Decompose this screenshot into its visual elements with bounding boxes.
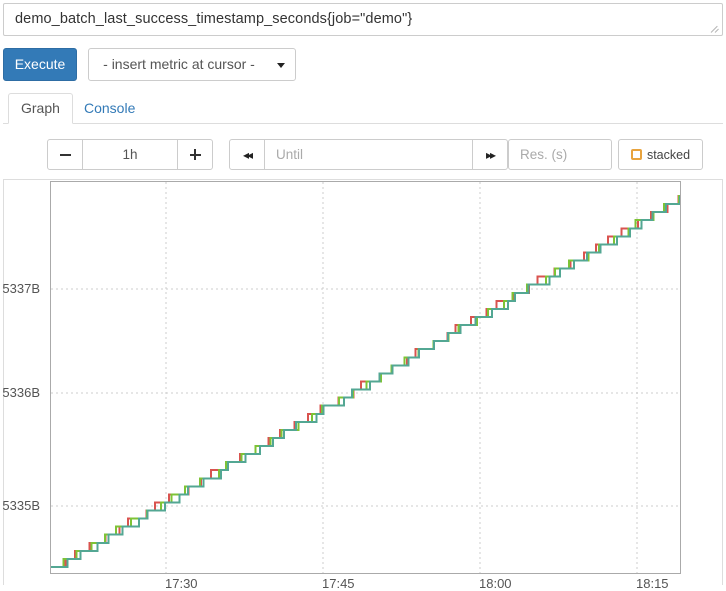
checkbox-unchecked-icon [630, 149, 642, 160]
resolution-input[interactable]: Res. (s) [508, 139, 612, 170]
until-input[interactable]: Until [264, 139, 473, 170]
y-axis-tick-label: 5335B [2, 498, 40, 513]
step-backward-button[interactable]: ◂◂ [229, 139, 265, 170]
textarea-resize-handle[interactable] [710, 23, 721, 34]
graph-plot-area[interactable] [50, 181, 681, 574]
view-tabs: Graph Console [3, 93, 723, 124]
x-axis-tick-label: 18:00 [479, 576, 512, 591]
double-chevron-left-icon: ◂◂ [242, 147, 253, 162]
range-input-value: 1h [122, 147, 138, 162]
y-axis-tick-label: 5337B [2, 281, 40, 296]
range-control-group: 1h [47, 139, 213, 170]
tab-graph[interactable]: Graph [8, 93, 73, 124]
step-forward-button[interactable]: ▸▸ [472, 139, 508, 170]
expression-text: demo_batch_last_success_timestamp_second… [15, 11, 413, 27]
stacked-checkbox[interactable]: stacked [618, 139, 703, 170]
x-axis-tick-label: 17:30 [165, 576, 198, 591]
insert-metric-select[interactable]: - insert metric at cursor - [88, 48, 296, 81]
double-chevron-right-icon: ▸▸ [485, 147, 496, 162]
until-input-placeholder: Until [276, 147, 304, 162]
execute-button[interactable]: Execute [3, 48, 77, 81]
until-control-group: ◂◂ Until ▸▸ [229, 139, 508, 170]
plus-icon [189, 149, 201, 160]
graph-svg [51, 182, 680, 573]
stacked-checkbox-label: stacked [646, 147, 691, 162]
resolution-input-placeholder: Res. (s) [520, 147, 568, 162]
chevron-down-icon [277, 63, 285, 68]
x-axis-tick-label: 18:15 [636, 576, 669, 591]
graph-controls-toolbar: 1h ◂◂ Until ▸▸ Res. (s) stacked [0, 139, 726, 171]
x-axis-tick-label: 17:45 [322, 576, 355, 591]
resolution-control-group: Res. (s) [508, 139, 612, 170]
tab-console[interactable]: Console [71, 93, 148, 124]
expression-input[interactable]: demo_batch_last_success_timestamp_second… [3, 3, 723, 36]
insert-metric-select-label: - insert metric at cursor - [103, 56, 255, 72]
increase-range-button[interactable] [177, 139, 213, 170]
range-input[interactable]: 1h [82, 139, 178, 170]
graph-panel: 5337B 5336B 5335B 17:30 17:45 18:00 18:1… [2, 179, 723, 591]
y-axis-tick-label: 5336B [2, 385, 40, 400]
stacked-control-group: stacked [618, 139, 703, 170]
minus-icon [59, 153, 71, 156]
decrease-range-button[interactable] [47, 139, 83, 170]
